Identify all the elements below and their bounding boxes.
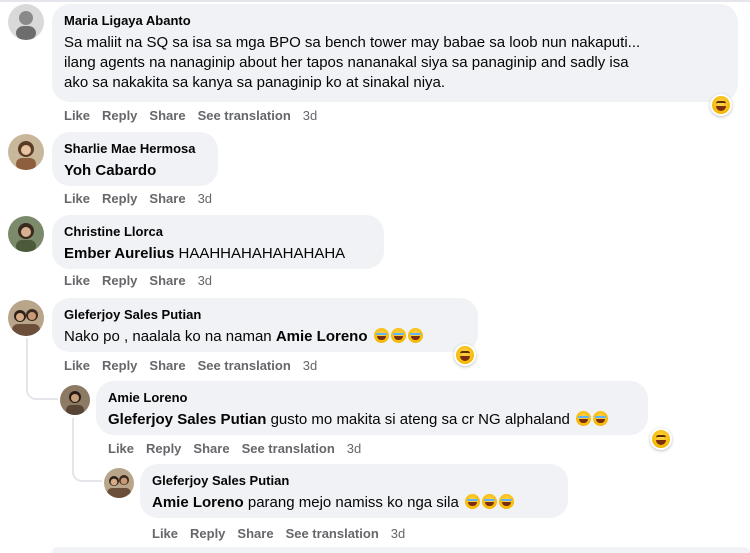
haha-icon[interactable] [454,344,476,366]
comment-actions: Like Reply Share See translation 3d [64,358,317,373]
reply-button[interactable]: Reply [102,358,137,373]
comment-line: Sa maliit na SQ sa isa sa mga BPO sa ben… [64,34,641,51]
comment-line: ako sa nakakita sa kanya sa panaginip ko… [64,74,446,91]
share-button[interactable]: Share [149,358,185,373]
comment-actions: Like Reply Share See translation 3d [152,526,405,541]
rofl-emoji-icon [390,328,406,343]
mention-link[interactable]: Gleferjoy Sales Putian [108,411,266,428]
haha-icon[interactable] [710,94,732,116]
comment-line: ilang agents na nanaginip about her tapo… [64,54,629,71]
see-translation-button[interactable]: See translation [198,108,291,123]
comment-author[interactable]: Gleferjoy Sales Putian [64,306,466,323]
rofl-emoji-icon [373,328,389,343]
rofl-emoji-icon [498,494,514,509]
share-button[interactable]: Share [149,191,185,206]
see-translation-button[interactable]: See translation [198,358,291,373]
comment-text: Sa maliit na SQ sa isa sa mga BPO sa ben… [64,33,726,93]
share-button[interactable]: Share [237,526,273,541]
like-button[interactable]: Like [64,191,90,206]
comment-author[interactable]: Amie Loreno [108,389,636,406]
comment-actions: Like Reply Share 3d [64,273,212,288]
see-translation-button[interactable]: See translation [242,441,335,456]
avatar[interactable] [8,300,44,336]
comment-author[interactable]: Gleferjoy Sales Putian [152,472,556,489]
reply-button[interactable]: Reply [190,526,225,541]
comment-body: gusto mo makita si ateng sa cr NG alphal… [266,411,570,428]
comment-author[interactable]: Christine Llorca [64,223,372,240]
laughing-emoji-icon [576,411,592,426]
mention-link[interactable]: Ember Aurelius [64,245,174,262]
timestamp[interactable]: 3d [303,108,317,123]
avatar[interactable] [8,4,44,40]
comment-bubble: Christine Llorca Ember Aurelius HAAHHAHA… [52,215,384,269]
comment-body: HAAHHAHAHAHAHAHA [174,245,346,262]
share-button[interactable]: Share [149,108,185,123]
see-translation-button[interactable]: See translation [286,526,379,541]
like-button[interactable]: Like [108,441,134,456]
avatar[interactable] [8,216,44,252]
reply-button[interactable]: Reply [102,191,137,206]
mention-link[interactable]: Yoh Cabardo [64,162,156,179]
comment-bubble: Gleferjoy Sales Putian Amie Loreno paran… [140,464,568,518]
comment-text: Nako po , naalala ko na naman Amie Loren… [64,327,466,347]
timestamp[interactable]: 3d [347,441,361,456]
rofl-emoji-icon [407,328,423,343]
share-button[interactable]: Share [149,273,185,288]
timestamp[interactable]: 3d [198,273,212,288]
comment-actions: Like Reply Share See translation 3d [64,108,317,123]
comment-bubble: Sharlie Mae Hermosa Yoh Cabardo [52,132,218,186]
reply-button[interactable]: Reply [102,273,137,288]
next-comment-bubble [52,547,750,553]
timestamp[interactable]: 3d [391,526,405,541]
timestamp[interactable]: 3d [303,358,317,373]
mention-link[interactable]: Amie Loreno [276,328,368,345]
comment-body: parang mejo namiss ko nga sila [243,494,459,511]
comment-author[interactable]: Sharlie Mae Hermosa [64,140,206,157]
haha-icon[interactable] [650,428,672,450]
thread-connector [72,418,102,482]
comment-author[interactable]: Maria Ligaya Abanto [64,12,726,29]
comment-text: Gleferjoy Sales Putian gusto mo makita s… [108,410,636,430]
mention-link[interactable]: Amie Loreno [152,494,244,511]
comment-bubble: Gleferjoy Sales Putian Nako po , naalala… [52,298,478,352]
like-button[interactable]: Like [64,273,90,288]
like-button[interactable]: Like [152,526,178,541]
thread-connector [26,338,58,400]
comment-text: Amie Loreno parang mejo namiss ko nga si… [152,493,556,513]
rofl-emoji-icon [481,494,497,509]
like-button[interactable]: Like [64,358,90,373]
reply-button[interactable]: Reply [146,441,181,456]
avatar[interactable] [60,385,90,415]
like-button[interactable]: Like [64,108,90,123]
comment-actions: Like Reply Share 3d [64,191,212,206]
comment-body: Nako po , naalala ko na naman [64,328,276,345]
laughing-emoji-icon [593,411,609,426]
comment-bubble: Maria Ligaya Abanto Sa maliit na SQ sa i… [52,4,738,102]
comment-actions: Like Reply Share See translation 3d [108,441,361,456]
rofl-emoji-icon [464,494,480,509]
comment-text: Yoh Cabardo [64,161,206,181]
comment-bubble: Amie Loreno Gleferjoy Sales Putian gusto… [96,381,648,435]
avatar[interactable] [104,468,134,498]
comment-text: Ember Aurelius HAAHHAHAHAHAHAHA [64,244,372,264]
avatar[interactable] [8,134,44,170]
timestamp[interactable]: 3d [198,191,212,206]
reply-button[interactable]: Reply [102,108,137,123]
top-divider [0,0,750,2]
share-button[interactable]: Share [193,441,229,456]
